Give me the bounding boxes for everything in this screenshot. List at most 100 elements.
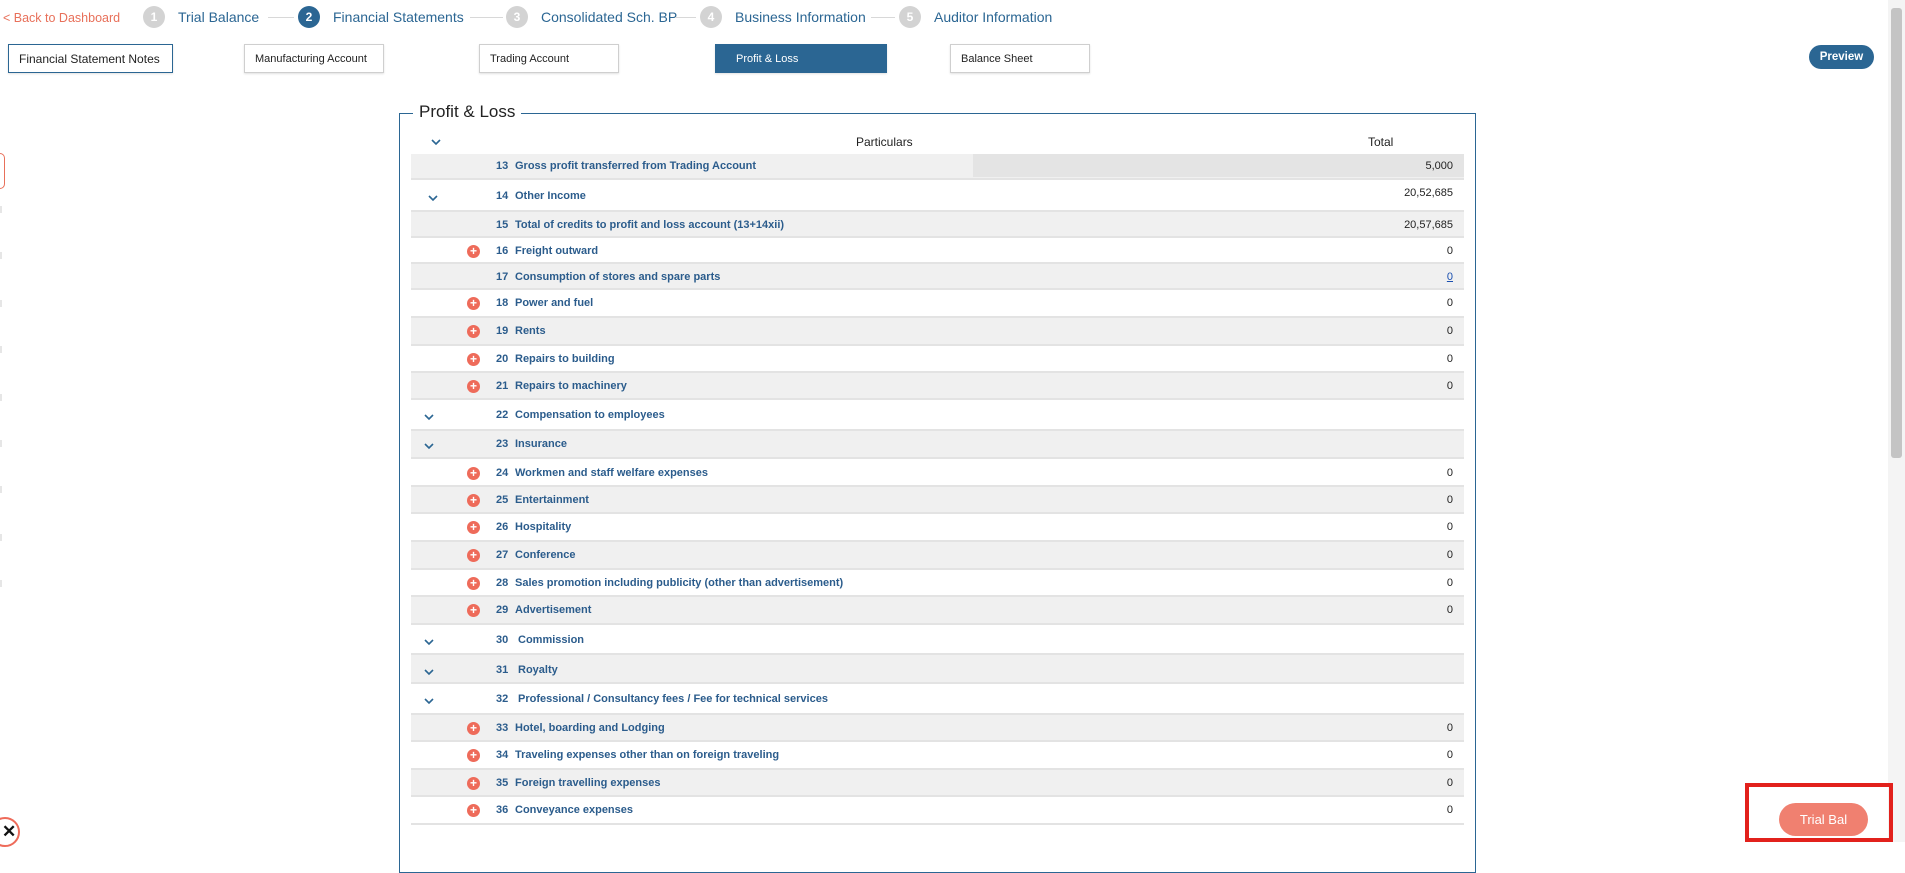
row-number: 15 (496, 219, 509, 231)
step-number: 5 (899, 6, 921, 28)
add-item-plus-icon[interactable]: + (467, 325, 480, 338)
tab-manufacturing-account[interactable]: Manufacturing Account (244, 44, 384, 73)
table-row: 22 Compensation to employees (411, 400, 1464, 431)
edge-marker (0, 346, 2, 353)
step-number: 1 (143, 6, 165, 28)
row-value: 0 (1446, 722, 1453, 734)
row-label: Repairs to building (515, 353, 615, 365)
step-number: 4 (700, 6, 722, 28)
add-item-plus-icon[interactable]: + (467, 604, 480, 617)
row-value: 20,52,685 (1404, 187, 1453, 199)
close-icon: ✕ (2, 822, 17, 841)
step-financial-statements[interactable]: 2 Financial Statements (298, 6, 464, 28)
row-value-link[interactable]: 0 (1447, 271, 1453, 283)
edge-marker (0, 440, 2, 447)
table-row: 15 Total of credits to profit and loss a… (411, 212, 1464, 238)
add-item-plus-icon[interactable]: + (467, 577, 480, 590)
row-number: 13 (496, 160, 509, 172)
edge-marker (0, 580, 2, 587)
table-row: + 16 Freight outward 0 (411, 238, 1464, 264)
row-number: 28 (496, 577, 509, 589)
add-item-plus-icon[interactable]: + (467, 549, 480, 562)
expand-chevron-icon[interactable] (422, 439, 436, 453)
collapse-all-chevron-icon[interactable] (429, 135, 443, 149)
step-business-information[interactable]: 4 Business Information (700, 6, 866, 28)
close-floating-button[interactable]: ✕ (0, 817, 20, 847)
row-label: Royalty (518, 664, 558, 676)
row-value: 0 (1446, 749, 1453, 761)
step-number: 3 (506, 6, 528, 28)
row-label: Sales promotion including publicity (oth… (515, 577, 844, 589)
row-value: 0 (1446, 549, 1453, 561)
row-label: Hotel, boarding and Lodging (515, 722, 665, 734)
row-number: 20 (496, 353, 509, 365)
tab-financial-statement-notes[interactable]: Financial Statement Notes (8, 44, 173, 73)
row-value: 20,57,685 (1404, 219, 1453, 231)
row-number: 31 (496, 664, 509, 676)
add-item-plus-icon[interactable]: + (467, 521, 480, 534)
table-header: Particulars Total (411, 128, 1464, 154)
row-label: Insurance (515, 438, 567, 450)
expand-chevron-icon[interactable] (422, 410, 436, 424)
add-item-plus-icon[interactable]: + (467, 297, 480, 310)
row-label: Compensation to employees (515, 409, 665, 421)
add-item-plus-icon[interactable]: + (467, 494, 480, 507)
add-item-plus-icon[interactable]: + (467, 380, 480, 393)
row-number: 23 (496, 438, 509, 450)
tab-trading-account[interactable]: Trading Account (479, 44, 619, 73)
table-row: 23 Insurance (411, 431, 1464, 459)
edge-marker (0, 300, 2, 307)
row-value: 5,000 (1425, 160, 1453, 172)
table-row: 30 Commission (411, 625, 1464, 655)
expand-chevron-icon[interactable] (426, 191, 440, 205)
edge-marker (0, 486, 2, 493)
row-number: 32 (496, 693, 509, 705)
expand-chevron-icon[interactable] (422, 635, 436, 649)
tab-profit-and-loss[interactable]: Profit & Loss (715, 44, 887, 73)
tab-balance-sheet[interactable]: Balance Sheet (950, 44, 1090, 73)
table-row: + 24 Workmen and staff welfare expenses … (411, 459, 1464, 487)
step-label: Financial Statements (333, 9, 464, 25)
row-label: Gross profit transferred from Trading Ac… (515, 160, 757, 172)
row-number: 27 (496, 549, 509, 561)
edge-marker (0, 534, 2, 541)
add-item-plus-icon[interactable]: + (467, 777, 480, 790)
table-row: 31 Royalty (411, 655, 1464, 684)
add-item-plus-icon[interactable]: + (467, 467, 480, 480)
add-item-plus-icon[interactable]: + (467, 722, 480, 735)
page-scrollbar-thumb[interactable] (1891, 8, 1902, 458)
row-value: 0 (1446, 494, 1453, 506)
row-label: Hospitality (515, 521, 572, 533)
back-to-dashboard-link[interactable]: < Back to Dashboard (3, 11, 120, 25)
add-item-plus-icon[interactable]: + (467, 245, 480, 258)
table-row: + 19 Rents 0 (411, 318, 1464, 346)
trial-balance-floating-button[interactable]: Trial Bal (1779, 803, 1868, 836)
add-item-plus-icon[interactable]: + (467, 353, 480, 366)
expand-chevron-icon[interactable] (422, 694, 436, 708)
expand-chevron-icon[interactable] (422, 665, 436, 679)
row-value: 0 (1446, 604, 1453, 616)
table-row: + 34 Traveling expenses other than on fo… (411, 742, 1464, 770)
add-item-plus-icon[interactable]: + (467, 804, 480, 817)
row-label: Repairs to machinery (515, 380, 627, 392)
step-consolidated-sch-bp[interactable]: 3 Consolidated Sch. BP (506, 6, 677, 28)
row-number: 26 (496, 521, 509, 533)
row-value: 0 (1446, 353, 1453, 365)
table-row: 32 Professional / Consultancy fees / Fee… (411, 684, 1464, 715)
preview-button[interactable]: Preview (1809, 45, 1874, 69)
row-label: Other Income (515, 190, 586, 202)
row-value: 0 (1446, 380, 1453, 392)
row-label: Freight outward (515, 245, 599, 257)
row-number: 30 (496, 634, 509, 646)
row-number: 16 (496, 245, 509, 257)
step-auditor-information[interactable]: 5 Auditor Information (899, 6, 1052, 28)
side-panel-handle[interactable] (0, 153, 5, 189)
step-trial-balance[interactable]: 1 Trial Balance (143, 6, 259, 28)
table-row: + 18 Power and fuel 0 (411, 290, 1464, 318)
row-value: 0 (1446, 245, 1453, 257)
add-item-plus-icon[interactable]: + (467, 749, 480, 762)
row-number: 29 (496, 604, 509, 616)
row-label: Conveyance expenses (515, 804, 634, 816)
table-row: + 20 Repairs to building 0 (411, 346, 1464, 373)
row-value: 0 (1446, 297, 1453, 309)
